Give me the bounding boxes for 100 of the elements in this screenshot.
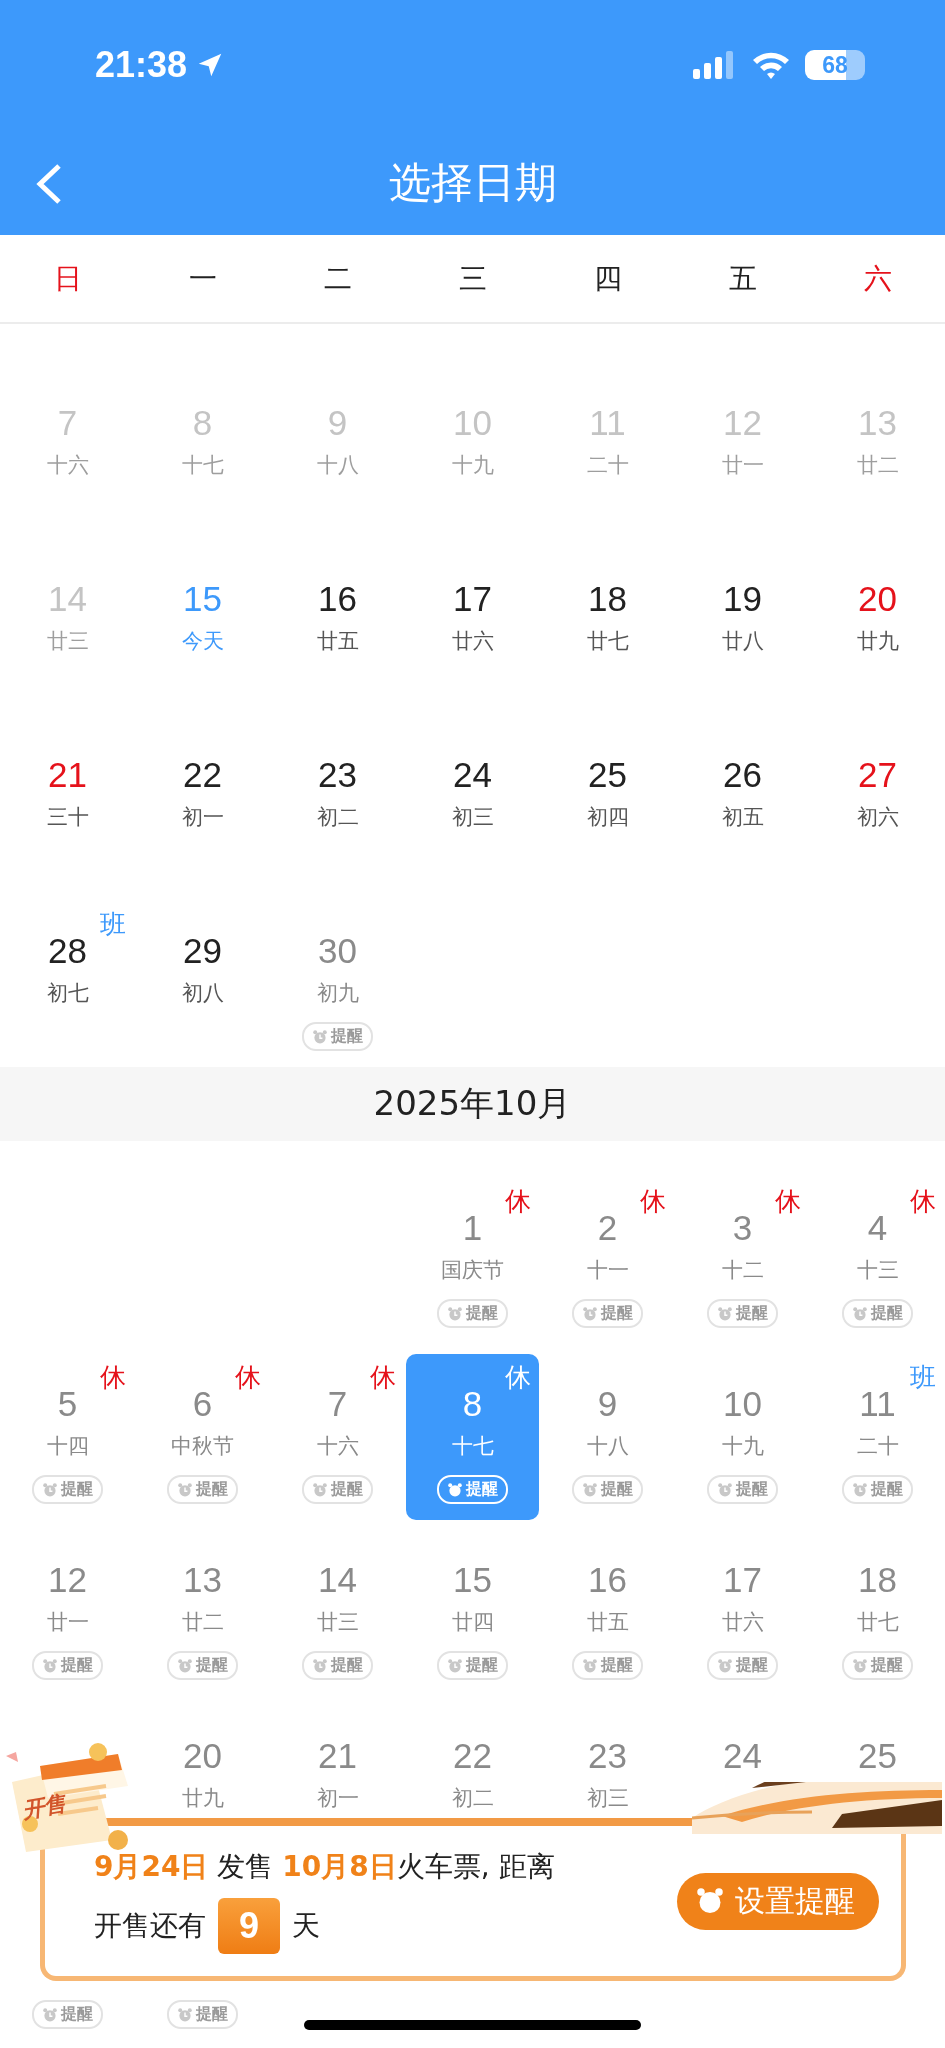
day-number: 2 bbox=[597, 1209, 618, 1247]
remind-button[interactable]: 提醒 bbox=[32, 2000, 103, 2029]
day-cell[interactable]: 20 廿九 bbox=[136, 1706, 269, 1817]
remind-button[interactable]: 提醒 bbox=[842, 1651, 913, 1680]
day-cell[interactable]: 休 2 十一 提醒 bbox=[541, 1178, 674, 1344]
remind-button[interactable]: 提醒 bbox=[167, 2000, 238, 2029]
remind-button[interactable]: 提醒 bbox=[437, 1651, 508, 1680]
day-cell[interactable]: 休 6 中秋节 提醒 bbox=[136, 1354, 269, 1520]
day-number: 22 bbox=[183, 756, 222, 794]
day-cell[interactable]: 30 初九 提醒 bbox=[271, 901, 404, 1067]
alarm-clock-icon bbox=[447, 1481, 463, 1498]
day-cell[interactable]: 15 廿四 提醒 bbox=[406, 1530, 539, 1696]
remind-button[interactable]: 提醒 bbox=[302, 1651, 373, 1680]
day-cell[interactable]: 9 十八 bbox=[271, 373, 404, 484]
remind-button[interactable]: 提醒 bbox=[707, 1475, 778, 1504]
day-number: 15 bbox=[453, 1561, 492, 1599]
day-cell[interactable]: 29 初八 bbox=[136, 901, 269, 1012]
day-cell[interactable]: 17 廿六 bbox=[406, 549, 539, 660]
day-number: 9 bbox=[327, 404, 348, 442]
day-number: 18 bbox=[858, 1561, 897, 1599]
sale-message: 9月24日 发售 10月8日火车票, 距离 bbox=[94, 1849, 555, 1885]
remind-button[interactable]: 提醒 bbox=[437, 1475, 508, 1504]
remind-button[interactable]: 提醒 bbox=[302, 1022, 373, 1051]
lunar-date: 中秋节 bbox=[171, 1433, 234, 1459]
day-cell[interactable]: 13 廿二 提醒 bbox=[136, 1530, 269, 1696]
remind-button[interactable]: 提醒 bbox=[572, 1299, 643, 1328]
day-number: 8 bbox=[192, 404, 213, 442]
day-number: 3 bbox=[732, 1209, 753, 1247]
day-cell[interactable]: 12 廿一 bbox=[676, 373, 809, 484]
day-cell[interactable]: 13 廿二 bbox=[811, 373, 944, 484]
alarm-clock-icon bbox=[717, 1305, 733, 1322]
day-cell[interactable]: 23 初二 bbox=[271, 725, 404, 836]
day-tag: 休 bbox=[235, 1363, 261, 1391]
day-cell[interactable]: 休 5 十四 提醒 bbox=[1, 1354, 134, 1520]
day-cell[interactable]: 23 初三 bbox=[541, 1706, 674, 1817]
day-cell[interactable]: 10 十九 提醒 bbox=[676, 1354, 809, 1520]
remind-button[interactable]: 提醒 bbox=[167, 1651, 238, 1680]
day-cell[interactable]: 7 十六 bbox=[1, 373, 134, 484]
day-number: 21 bbox=[318, 1737, 357, 1775]
weekday-label: 一 bbox=[188, 260, 217, 297]
day-cell[interactable]: 16 廿五 bbox=[271, 549, 404, 660]
day-cell[interactable]: 16 廿五 提醒 bbox=[541, 1530, 674, 1696]
remind-button[interactable]: 提醒 bbox=[572, 1651, 643, 1680]
day-cell[interactable]: 24 bbox=[676, 1706, 809, 1775]
day-cell[interactable]: 18 廿七 bbox=[541, 549, 674, 660]
day-cell[interactable]: 11 二十 bbox=[541, 373, 674, 484]
day-cell[interactable]: 14 廿三 提醒 bbox=[271, 1530, 404, 1696]
day-cell[interactable]: 24 初三 bbox=[406, 725, 539, 836]
day-cell[interactable]: 27 初六 bbox=[811, 725, 944, 836]
day-cell[interactable]: 25 bbox=[811, 1706, 944, 1775]
day-number: 13 bbox=[858, 404, 897, 442]
day-number: 16 bbox=[588, 1561, 627, 1599]
alarm-clock-icon bbox=[177, 2006, 193, 2023]
day-cell[interactable]: 17 廿六 提醒 bbox=[676, 1530, 809, 1696]
day-number: 21 bbox=[48, 756, 87, 794]
lunar-date: 初二 bbox=[316, 804, 359, 830]
day-number: 7 bbox=[57, 404, 78, 442]
alarm-clock-icon bbox=[582, 1657, 598, 1674]
remind-button[interactable]: 提醒 bbox=[167, 1475, 238, 1504]
remind-button[interactable]: 提醒 bbox=[437, 1299, 508, 1328]
day-cell[interactable]: 21 初一 bbox=[271, 1706, 404, 1817]
day-number: 23 bbox=[588, 1737, 627, 1775]
lunar-date: 廿七 bbox=[856, 1609, 899, 1635]
day-cell[interactable]: 休 8 十七 提醒 bbox=[406, 1354, 539, 1520]
day-cell[interactable]: 休 4 十三 提醒 bbox=[811, 1178, 944, 1344]
day-cell[interactable]: 19 廿八 bbox=[676, 549, 809, 660]
day-cell[interactable]: 班 28 初七 bbox=[1, 901, 134, 1012]
day-cell[interactable]: 9 十八 提醒 bbox=[541, 1354, 674, 1520]
day-cell[interactable]: 14 廿三 bbox=[1, 549, 134, 660]
lunar-date: 廿七 bbox=[586, 628, 629, 654]
day-number: 25 bbox=[858, 1737, 897, 1775]
lunar-date: 初七 bbox=[46, 980, 89, 1006]
lunar-date: 十二 bbox=[721, 1257, 764, 1283]
day-cell[interactable]: 班 11 二十 提醒 bbox=[811, 1354, 944, 1520]
day-cell[interactable]: 休 3 十二 提醒 bbox=[676, 1178, 809, 1344]
day-cell[interactable]: 20 廿九 bbox=[811, 549, 944, 660]
day-cell[interactable]: 25 初四 bbox=[541, 725, 674, 836]
day-cell[interactable]: 10 十九 bbox=[406, 373, 539, 484]
remind-button[interactable]: 提醒 bbox=[842, 1299, 913, 1328]
remind-button[interactable]: 提醒 bbox=[707, 1299, 778, 1328]
alarm-clock-icon bbox=[42, 1481, 58, 1498]
remind-button[interactable]: 提醒 bbox=[707, 1651, 778, 1680]
remind-button[interactable]: 提醒 bbox=[32, 1651, 103, 1680]
remind-button[interactable]: 提醒 bbox=[572, 1475, 643, 1504]
remind-button[interactable]: 提醒 bbox=[842, 1475, 913, 1504]
day-number: 14 bbox=[48, 580, 87, 618]
remind-button[interactable]: 提醒 bbox=[32, 1475, 103, 1504]
day-tag: 班 bbox=[910, 1363, 936, 1391]
day-cell[interactable]: 12 廿一 提醒 bbox=[1, 1530, 134, 1696]
day-cell[interactable]: 26 初五 bbox=[676, 725, 809, 836]
day-cell[interactable]: 18 廿七 提醒 bbox=[811, 1530, 944, 1696]
day-cell[interactable]: 休 7 十六 提醒 bbox=[271, 1354, 404, 1520]
day-cell[interactable]: 休 1 国庆节 提醒 bbox=[406, 1178, 539, 1344]
day-cell[interactable]: 8 十七 bbox=[136, 373, 269, 484]
set-reminder-button[interactable]: 设置提醒 bbox=[677, 1872, 879, 1930]
day-cell[interactable]: 21 三十 bbox=[1, 725, 134, 836]
day-cell[interactable]: 22 初一 bbox=[136, 725, 269, 836]
day-cell[interactable]: 15 今天 bbox=[136, 549, 269, 660]
remind-button[interactable]: 提醒 bbox=[302, 1475, 373, 1504]
day-cell[interactable]: 22 初二 bbox=[406, 1706, 539, 1817]
